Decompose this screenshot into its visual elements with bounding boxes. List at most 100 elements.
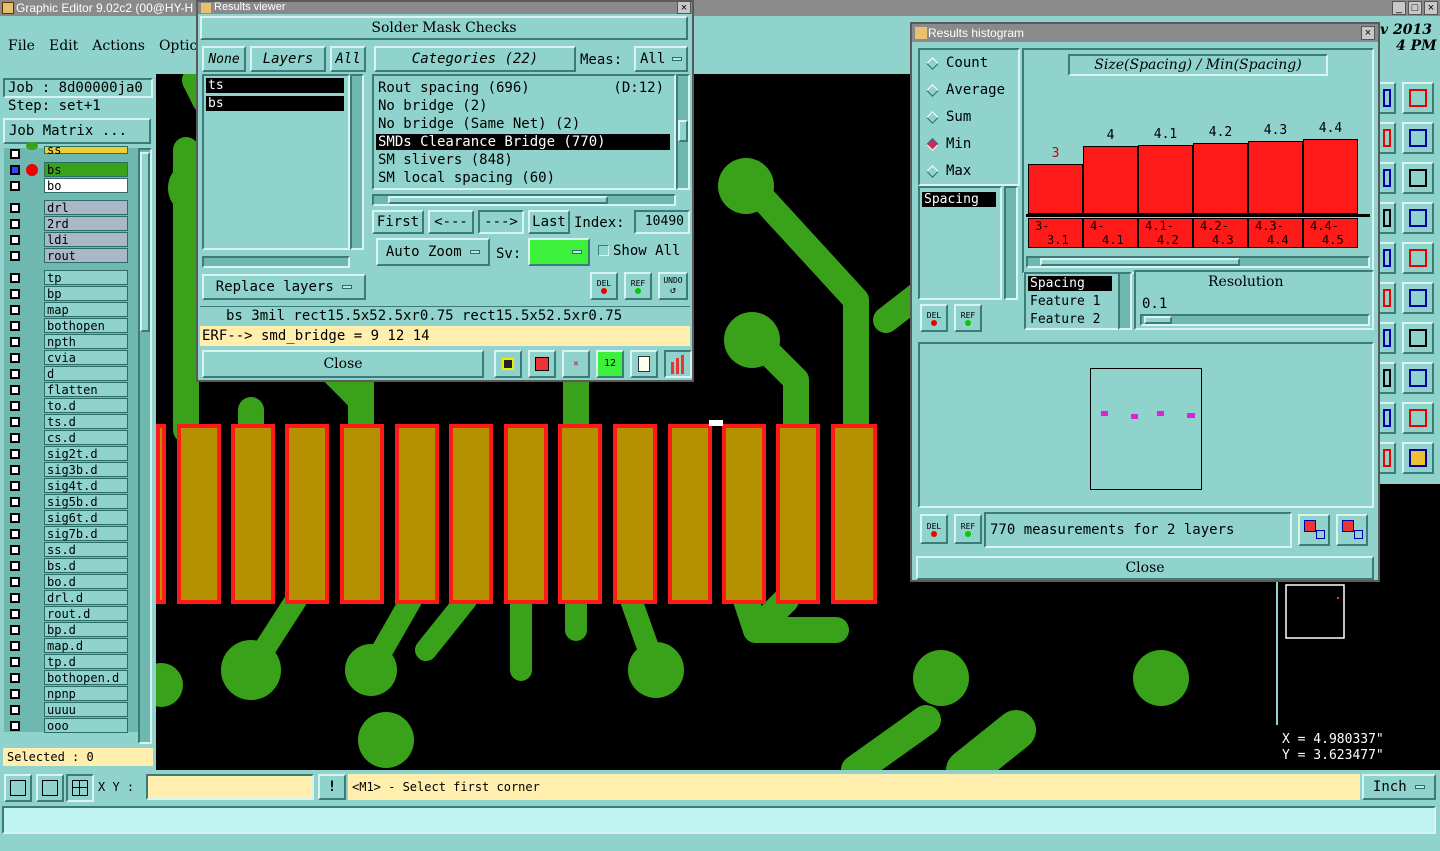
layer-row[interactable]: bo.d (4, 574, 138, 590)
results-viewer-close-icon[interactable]: × (677, 1, 691, 14)
layer-checkbox[interactable] (10, 625, 20, 635)
layer-name[interactable]: bo.d (44, 574, 128, 589)
layer-checkbox[interactable] (10, 561, 20, 571)
mode-radio-min[interactable]: Min (924, 135, 1016, 155)
next-button[interactable]: ---> (478, 210, 524, 234)
menu-file[interactable]: File (8, 38, 35, 58)
attr-item[interactable]: Feature 2 (1028, 312, 1118, 327)
layer-name[interactable]: ldi (44, 232, 128, 247)
radio-icon[interactable] (926, 57, 939, 70)
layer-name[interactable]: bs.d (44, 558, 128, 573)
layer-checkbox[interactable] (10, 673, 20, 683)
help-icon[interactable] (1402, 162, 1434, 194)
layer-row[interactable]: bothopen.d (4, 670, 138, 686)
layer-row[interactable]: sig5b.d (4, 494, 138, 510)
attr-list[interactable]: Spacing Feature 1 Feature 2 (1024, 272, 1126, 330)
split-view-icon[interactable] (1402, 82, 1434, 114)
menu-actions[interactable]: Actions (92, 38, 145, 58)
report-icon[interactable] (630, 350, 658, 378)
layer-checkbox[interactable] (10, 289, 20, 299)
radio-icon[interactable] (926, 165, 939, 178)
index-input[interactable]: 10490 (634, 210, 690, 234)
erf-disabled-icon[interactable]: ✕ (562, 350, 590, 378)
layer-name[interactable]: map (44, 302, 128, 317)
layer-name[interactable]: sig7b.d (44, 526, 128, 541)
replace-layers-button[interactable]: Replace layers (202, 274, 366, 300)
results-close-button[interactable]: Close (202, 350, 484, 378)
category-item[interactable]: Rout spacing (696) (D:12) (376, 80, 670, 96)
first-button[interactable]: First (372, 210, 424, 234)
menu-options[interactable]: Optic (159, 38, 197, 58)
layer-name[interactable]: npth (44, 334, 128, 349)
layer-name[interactable]: d (44, 366, 128, 381)
layer-row[interactable]: ss (4, 142, 138, 162)
layer-checkbox[interactable] (10, 433, 20, 443)
vector-icon[interactable] (1402, 282, 1434, 314)
prev-button[interactable]: <--- (428, 210, 474, 234)
layer-checkbox[interactable] (10, 705, 20, 715)
layer-row[interactable]: bp (4, 286, 138, 302)
layer-row[interactable]: bs.d (4, 558, 138, 574)
layer-row[interactable]: d (4, 366, 138, 382)
layer-name[interactable]: ts.d (44, 414, 128, 429)
histogram-bar[interactable] (1028, 164, 1083, 214)
layer-name[interactable]: to.d (44, 398, 128, 413)
histogram-left-del-button[interactable]: DEL (920, 304, 948, 332)
layer-checkbox[interactable] (10, 181, 20, 191)
last-button[interactable]: Last (528, 210, 570, 234)
categories-hscroll[interactable] (372, 194, 676, 206)
layer-row[interactable]: bo (4, 178, 138, 194)
layer-checkbox[interactable] (10, 545, 20, 555)
maximize-icon[interactable]: □ (1408, 1, 1422, 15)
layer-row[interactable]: sig2t.d (4, 446, 138, 462)
layer-checkbox[interactable] (10, 529, 20, 539)
layer-checkbox[interactable] (10, 609, 20, 619)
category-item[interactable]: SM local spacing (60) (376, 170, 670, 186)
layer-row[interactable]: bothopen (4, 318, 138, 334)
layer-name[interactable]: uuuu (44, 702, 128, 717)
layer-checkbox[interactable] (10, 465, 20, 475)
layer-row[interactable]: npth (4, 334, 138, 350)
layer-row[interactable]: sig4t.d (4, 478, 138, 494)
select-result-icon[interactable] (528, 350, 556, 378)
layer-name[interactable]: 2rd (44, 216, 128, 231)
layer-row[interactable]: to.d (4, 398, 138, 414)
category-item[interactable]: SMDs Clearance Bridge (770) (376, 134, 670, 150)
chart-hscroll[interactable] (1026, 256, 1370, 268)
mode-radio-sum[interactable]: Sum (924, 108, 1016, 128)
none-button[interactable]: None (202, 46, 246, 72)
histogram-bar[interactable] (1303, 139, 1358, 214)
histogram-close-button[interactable]: Close (916, 556, 1374, 580)
layer-row[interactable]: cs.d (4, 430, 138, 446)
histogram-left-ref-button[interactable]: REF (954, 304, 982, 332)
categories-scrollbar[interactable] (676, 74, 690, 190)
layer-row[interactable]: npnp (4, 686, 138, 702)
layer-checkbox[interactable] (10, 513, 20, 523)
layer-name[interactable]: ss (44, 144, 128, 156)
histogram-bar[interactable] (1193, 143, 1248, 214)
layer-list-scrollbar[interactable] (138, 148, 152, 744)
histogram-icon[interactable] (664, 350, 692, 378)
layer-checkbox[interactable] (10, 385, 20, 395)
command-bang-button[interactable]: ! (318, 774, 346, 800)
attr-list-scrollbar[interactable] (1118, 272, 1132, 330)
layer-row[interactable]: ts.d (4, 414, 138, 430)
layer-checkbox[interactable] (10, 497, 20, 507)
undo-button[interactable]: UNDO ↺ (658, 272, 688, 300)
layer-checkbox[interactable] (10, 401, 20, 411)
layer-name[interactable]: rout.d (44, 606, 128, 621)
layer-name[interactable]: bothopen (44, 318, 128, 333)
layer-name[interactable]: tp.d (44, 654, 128, 669)
mode-radio-max[interactable]: Max (924, 162, 1016, 182)
layer-name[interactable]: sig3b.d (44, 462, 128, 477)
command-line[interactable] (2, 806, 1436, 834)
export-icon[interactable] (1298, 514, 1330, 546)
layer-checkbox[interactable] (10, 641, 20, 651)
step-icon[interactable] (1402, 122, 1434, 154)
layer-name[interactable]: bo (44, 178, 128, 193)
layer-row[interactable]: sig7b.d (4, 526, 138, 542)
layer-name[interactable]: drl.d (44, 590, 128, 605)
all-layers-button[interactable]: All (330, 46, 366, 72)
layer-list[interactable]: ss bs bo drl 2rd ldi rout tp bp map bothopen npth cv… (4, 142, 138, 733)
layer-name[interactable]: tp (44, 270, 128, 285)
